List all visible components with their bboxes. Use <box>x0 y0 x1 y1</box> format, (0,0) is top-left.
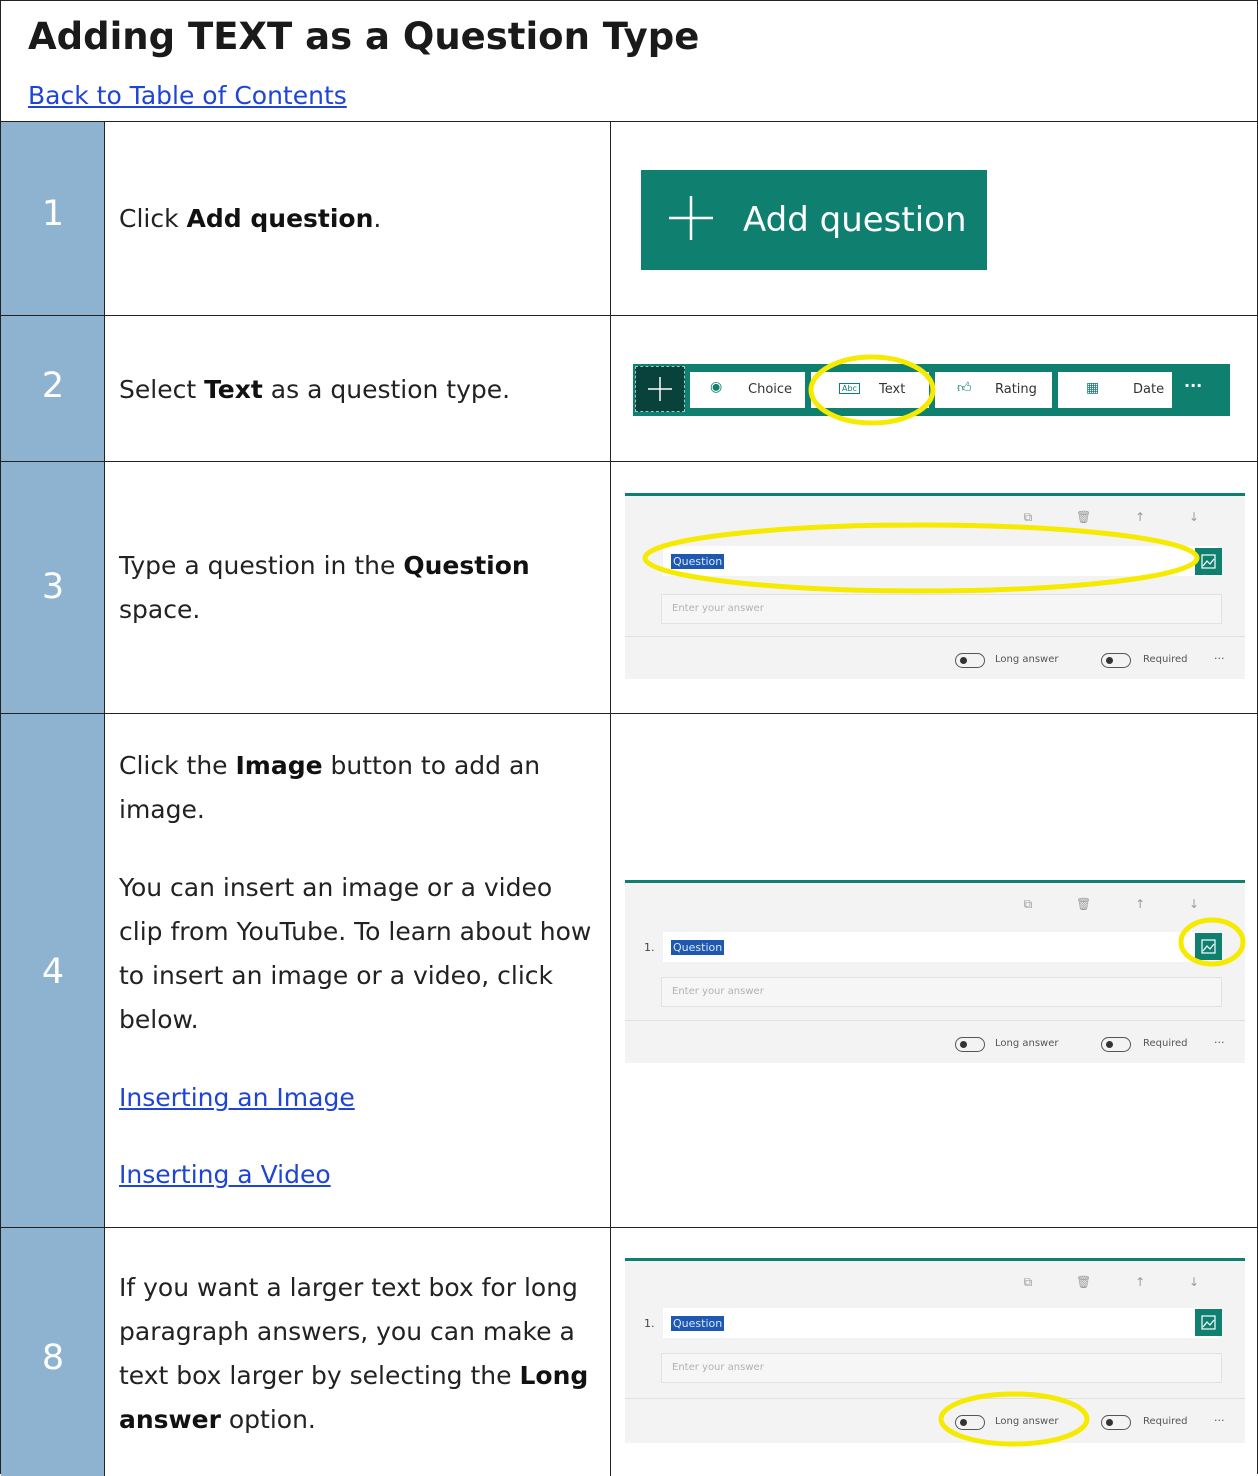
required-label: Required <box>1143 1416 1188 1427</box>
date-type-button[interactable]: ▦ Date <box>1058 372 1172 408</box>
rating-type-button[interactable]: 👍︎ Rating <box>935 372 1052 408</box>
answer-input[interactable]: Enter your answer <box>661 1353 1222 1383</box>
card-more-button[interactable]: ··· <box>1214 1414 1225 1427</box>
column-divider <box>610 122 611 315</box>
card-divider <box>625 636 1245 637</box>
step-number-cell: 8 <box>1 1228 105 1476</box>
plus-icon <box>648 377 672 401</box>
choice-type-button[interactable]: ◉ Choice <box>690 372 805 408</box>
form-question-card: ⧉ 🗑︎ ↑ ↓ 1. Question Enter your answer L… <box>625 1258 1245 1443</box>
step-text-part: Type a question in the <box>119 551 404 580</box>
inserting-video-link[interactable]: Inserting a Video <box>119 1160 331 1189</box>
long-answer-label: Long answer <box>995 1038 1059 1049</box>
image-button[interactable] <box>1195 1309 1222 1336</box>
radio-icon: ◉ <box>710 379 723 395</box>
question-number: 1. <box>644 1317 655 1330</box>
answer-placeholder: Enter your answer <box>672 1362 764 1373</box>
step-number: 2 <box>41 366 65 406</box>
card-more-button[interactable]: ··· <box>1214 652 1225 665</box>
toolbar-add-button[interactable] <box>635 366 685 412</box>
column-divider <box>610 1228 611 1476</box>
step-number: 1 <box>41 194 65 234</box>
answer-placeholder: Enter your answer <box>672 986 764 997</box>
required-label: Required <box>1143 654 1188 665</box>
required-toggle[interactable] <box>1101 653 1131 668</box>
thumbs-up-icon: 👍︎ <box>957 380 972 396</box>
step-text-bold: Add question <box>186 204 374 233</box>
step-number-cell: 2 <box>1 316 105 461</box>
question-input[interactable]: Question <box>663 1308 1218 1338</box>
step-number: 8 <box>41 1338 65 1378</box>
long-answer-toggle[interactable] <box>955 653 985 668</box>
step-text: Type a question in the Question space. <box>119 544 594 632</box>
highlight-circle <box>938 1391 1090 1447</box>
form-question-card: ⧉ 🗑︎ ↑ ↓ 1. Question Enter your answer L… <box>625 880 1245 1063</box>
step-row-1: 1 Click Add question. Add question <box>1 122 1257 316</box>
step-text: Click the Image button to add an image. … <box>119 744 594 1197</box>
required-label: Required <box>1143 1038 1188 1049</box>
back-to-toc-link[interactable]: Back to Table of Contents <box>28 81 347 110</box>
step-text-bold: Text <box>204 375 263 404</box>
required-toggle[interactable] <box>1101 1415 1131 1430</box>
step-text-part: Click <box>119 204 187 233</box>
step-text-part: Select <box>119 375 205 404</box>
inserting-image-link[interactable]: Inserting an Image <box>119 1083 355 1112</box>
step-number: 3 <box>41 567 65 607</box>
step-number: 4 <box>41 952 65 992</box>
step-row-3: 3 Type a question in the Question space.… <box>1 462 1257 714</box>
highlight-circle <box>1178 917 1246 967</box>
step-text-part: If you want a larger text box for long p… <box>119 1273 578 1390</box>
plus-icon <box>669 196 713 240</box>
rating-label: Rating <box>995 382 1037 397</box>
step-row-4: 4 Click the Image button to add an image… <box>1 714 1257 1228</box>
more-types-button[interactable]: ··· <box>1184 376 1202 395</box>
step-text: Select Text as a question type. <box>119 368 594 412</box>
card-divider <box>625 1398 1245 1399</box>
answer-placeholder: Enter your answer <box>672 603 764 614</box>
card-more-button[interactable]: ··· <box>1214 1036 1225 1049</box>
card-action-icons: ⧉ 🗑︎ ↑ ↓ <box>1023 897 1219 911</box>
step-row-2: 2 Select Text as a question type. ◉ Choi… <box>1 316 1257 462</box>
step-text-part: as a question type. <box>262 375 511 404</box>
image-icon <box>1201 1315 1216 1330</box>
highlight-circle <box>642 522 1200 594</box>
step-number-cell: 3 <box>1 462 105 713</box>
question-placeholder: Question <box>671 1316 725 1331</box>
card-action-icons: ⧉ 🗑︎ ↑ ↓ <box>1023 1275 1219 1289</box>
step-row-8: 8 If you want a larger text box for long… <box>1 1228 1257 1476</box>
answer-input[interactable]: Enter your answer <box>661 977 1222 1007</box>
choice-label: Choice <box>748 382 793 397</box>
step-text-part: Click the <box>119 751 236 780</box>
calendar-icon: ▦ <box>1086 380 1100 396</box>
long-answer-toggle[interactable] <box>955 1037 985 1052</box>
question-input[interactable]: Question <box>663 932 1218 962</box>
long-answer-label: Long answer <box>995 654 1059 665</box>
step-text-part: . <box>373 204 382 233</box>
step-text-part: option. <box>220 1405 316 1434</box>
page-title: Adding TEXT as a Question Type <box>28 15 700 58</box>
card-divider <box>625 1020 1245 1021</box>
step-text-bold: Question <box>403 551 530 580</box>
document-page: Adding TEXT as a Question Type Back to T… <box>0 0 1258 1476</box>
step-text-bold: Image <box>235 751 323 780</box>
question-placeholder: Question <box>671 940 725 955</box>
column-divider <box>610 714 611 1227</box>
step-text: Click Add question. <box>119 197 594 241</box>
step-number-cell: 4 <box>1 714 105 1227</box>
add-question-label: Add question <box>743 200 967 240</box>
step-number-cell: 1 <box>1 122 105 315</box>
column-divider <box>610 462 611 713</box>
required-toggle[interactable] <box>1101 1037 1131 1052</box>
step-text: If you want a larger text box for long p… <box>119 1266 594 1442</box>
date-label: Date <box>1133 382 1165 397</box>
step-paragraph: You can insert an image or a video clip … <box>119 873 592 1034</box>
question-number: 1. <box>644 941 655 954</box>
highlight-circle <box>808 354 936 426</box>
header: Adding TEXT as a Question Type Back to T… <box>1 1 1257 122</box>
answer-input[interactable]: Enter your answer <box>661 594 1222 624</box>
step-text-part: space. <box>119 595 201 624</box>
column-divider <box>610 316 611 461</box>
add-question-button[interactable]: Add question <box>641 170 987 270</box>
